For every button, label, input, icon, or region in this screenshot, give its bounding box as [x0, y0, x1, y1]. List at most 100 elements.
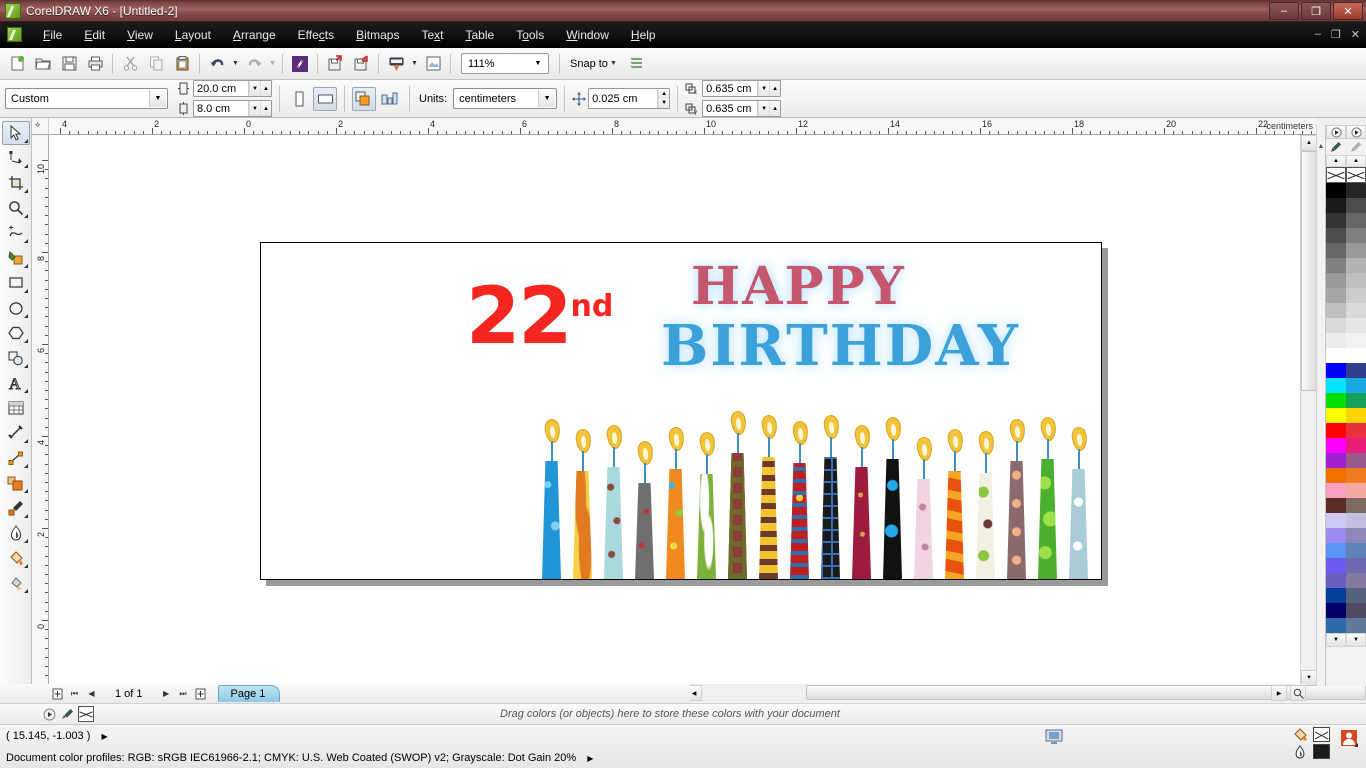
nudge-down-arrow[interactable]: ▼: [658, 98, 670, 108]
crop-tool[interactable]: [2, 171, 30, 195]
corel-connect-button[interactable]: [287, 51, 313, 77]
palette-no-color-2[interactable]: [1346, 167, 1366, 183]
menu-bitmaps[interactable]: Bitmaps: [345, 25, 410, 45]
palette-swatch[interactable]: [1346, 183, 1366, 198]
palette-swatch[interactable]: [1326, 243, 1346, 258]
flyout-arrow[interactable]: [23, 564, 28, 568]
page-tab-1[interactable]: Page 1: [217, 685, 281, 702]
candle[interactable]: [603, 424, 625, 579]
palette-swatch[interactable]: [1346, 513, 1366, 528]
shape-tool[interactable]: [2, 146, 30, 170]
palette-swatch[interactable]: [1326, 498, 1346, 513]
palette-swatch[interactable]: [1326, 618, 1346, 633]
scroll-up-button[interactable]: ▲: [1301, 135, 1317, 151]
page-width-field[interactable]: 20.0 cm ▼ ▲: [193, 80, 272, 97]
palette-swatch[interactable]: [1346, 213, 1366, 228]
landscape-orientation-button[interactable]: [313, 86, 337, 111]
screen-icon[interactable]: [1045, 729, 1063, 745]
flyout-arrow[interactable]: [23, 189, 28, 193]
chevron-down-icon[interactable]: ▼: [608, 51, 619, 77]
candle[interactable]: [913, 436, 935, 579]
palette-scroll-up-2[interactable]: ▲: [1346, 155, 1366, 167]
dupy-up-arrow[interactable]: ▲: [769, 101, 781, 116]
palette-swatch[interactable]: [1346, 273, 1366, 288]
zoom-to-fit-button[interactable]: [1290, 685, 1306, 701]
document-palette[interactable]: Drag colors (or objects) here to store t…: [0, 703, 1366, 724]
flyout-arrow[interactable]: [23, 164, 28, 168]
height-down-arrow[interactable]: ▼: [249, 101, 260, 116]
palette-swatch[interactable]: [1326, 288, 1346, 303]
palette-nav-button-2[interactable]: [1346, 125, 1366, 139]
import-button[interactable]: [322, 51, 348, 77]
polygon-tool[interactable]: [2, 321, 30, 345]
palette-swatch[interactable]: [1346, 198, 1366, 213]
basic-shapes-tool[interactable]: [2, 346, 30, 370]
nudge-up-arrow[interactable]: ▲: [658, 89, 670, 99]
candle[interactable]: [727, 410, 749, 579]
publish-pdf-button[interactable]: [383, 51, 409, 77]
table-tool[interactable]: [2, 396, 30, 420]
candle[interactable]: [696, 431, 718, 579]
flyout-arrow[interactable]: [23, 139, 28, 143]
palette-swatch[interactable]: [1326, 468, 1346, 483]
flyout-arrow[interactable]: [23, 214, 28, 218]
palette-swatch[interactable]: [1326, 273, 1346, 288]
previous-page-button[interactable]: ◀: [84, 686, 99, 701]
palette-swatch[interactable]: [1326, 348, 1346, 363]
palette-swatch[interactable]: [1326, 333, 1346, 348]
new-document-button[interactable]: [4, 51, 30, 77]
palette-nav-button-1[interactable]: [1326, 125, 1346, 139]
candle[interactable]: [851, 424, 873, 579]
chevron-down-icon[interactable]: ▼: [530, 56, 546, 71]
print-button[interactable]: [82, 51, 108, 77]
palette-swatch[interactable]: [1326, 213, 1346, 228]
no-color-icon[interactable]: [78, 706, 94, 722]
candle[interactable]: [975, 430, 997, 579]
color-eyedropper-tool[interactable]: [2, 496, 30, 520]
palette-swatch[interactable]: [1346, 498, 1366, 513]
candle[interactable]: [572, 428, 594, 579]
scroll-right-button[interactable]: ▶: [1271, 685, 1287, 701]
palette-swatch[interactable]: [1346, 348, 1366, 363]
palette-swatch[interactable]: [1326, 543, 1346, 558]
palette-swatch[interactable]: [1346, 558, 1366, 573]
first-page-button[interactable]: ⏮: [67, 686, 82, 701]
flyout-arrow[interactable]: [23, 589, 28, 593]
menu-window[interactable]: Window: [555, 25, 620, 45]
palette-swatch[interactable]: [1326, 228, 1346, 243]
undo-button[interactable]: [204, 51, 230, 77]
copy-button[interactable]: [143, 51, 169, 77]
flyout-arrow[interactable]: [23, 314, 28, 318]
freehand-tool[interactable]: [2, 221, 30, 245]
smart-fill-tool[interactable]: [2, 246, 30, 270]
candle[interactable]: [789, 420, 811, 579]
redo-dropdown-arrow[interactable]: ▼: [267, 51, 278, 77]
candle[interactable]: [1068, 426, 1090, 579]
flyout-arrow[interactable]: [23, 439, 28, 443]
duplicate-distance-y-field[interactable]: 0.635 cm ▼ ▲: [702, 100, 782, 117]
artwork-greeting-line1[interactable]: HAPPY: [691, 261, 906, 313]
menu-view[interactable]: View: [116, 25, 164, 45]
palette-swatch[interactable]: [1346, 393, 1366, 408]
palette-scroll-down-1[interactable]: ▼: [1326, 633, 1346, 647]
blend-tool[interactable]: [2, 471, 30, 495]
palette-nav-icon[interactable]: [42, 707, 57, 722]
fill-tool[interactable]: [2, 546, 30, 570]
outline-swatch[interactable]: [1313, 744, 1330, 759]
outline-tool[interactable]: [2, 521, 30, 545]
coordinates-expander-arrow[interactable]: ▶: [101, 732, 107, 741]
next-page-button[interactable]: ▶: [159, 686, 174, 701]
palette-swatch[interactable]: [1346, 468, 1366, 483]
candle[interactable]: [1006, 418, 1028, 579]
color-palette-column-1[interactable]: ▲ ▼: [1326, 125, 1346, 686]
open-document-button[interactable]: [30, 51, 56, 77]
zoom-level-combo[interactable]: 111% ▼: [461, 53, 549, 74]
right-docker-strip[interactable]: ▲: [1316, 125, 1325, 686]
minimize-button[interactable]: –: [1269, 2, 1299, 20]
horizontal-ruler[interactable]: centimeters 4 2 0 2 4 6 8 10 12 14 16 18 20 22: [32, 118, 1316, 135]
palette-swatch[interactable]: [1346, 423, 1366, 438]
width-up-arrow[interactable]: ▲: [260, 81, 271, 96]
app-menu-icon[interactable]: [7, 27, 22, 42]
candle[interactable]: [1037, 416, 1059, 579]
horizontal-scrollbar[interactable]: ◀ ▶: [686, 684, 1366, 701]
